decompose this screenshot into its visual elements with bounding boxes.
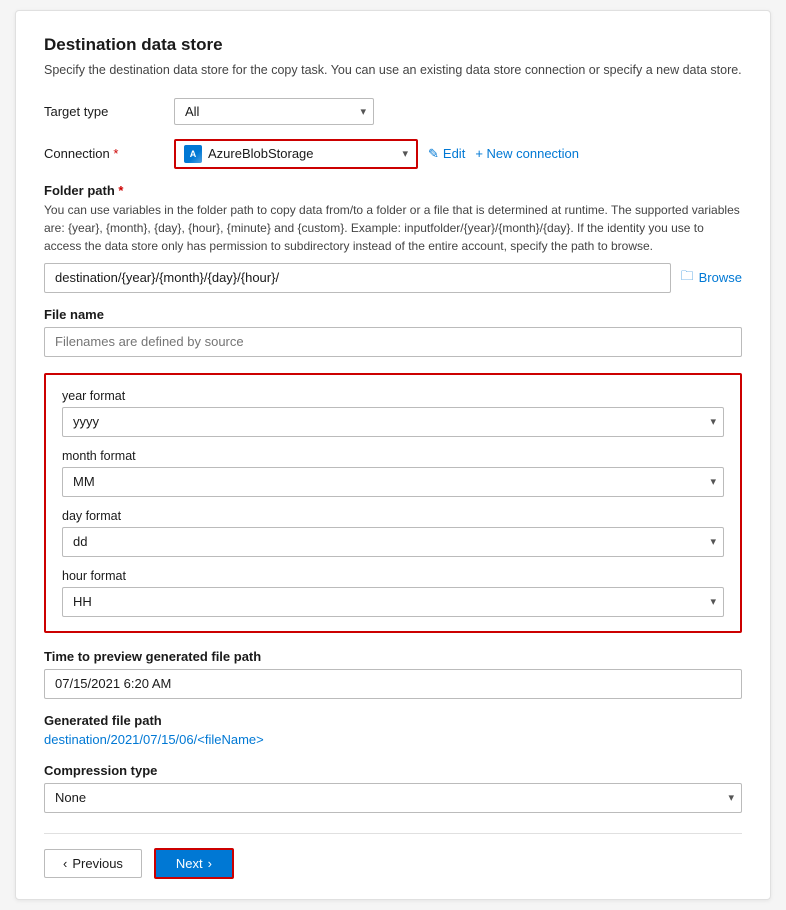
page-title: Destination data store bbox=[44, 35, 742, 55]
month-format-label: month format bbox=[62, 449, 724, 463]
target-type-select-wrapper: All ▾ bbox=[174, 98, 374, 125]
time-preview-input[interactable] bbox=[44, 669, 742, 699]
time-preview-label: Time to preview generated file path bbox=[44, 649, 742, 664]
hour-format-select[interactable]: HH bbox=[62, 587, 724, 617]
browse-button[interactable]: 🗀 Browse bbox=[681, 267, 742, 289]
folder-path-label: Folder path * bbox=[44, 183, 742, 198]
file-name-section: File name bbox=[44, 307, 742, 373]
time-preview-row: Time to preview generated file path bbox=[44, 649, 742, 699]
format-box: year format yyyy ▾ month format MM ▾ day… bbox=[44, 373, 742, 633]
year-format-row: year format yyyy ▾ bbox=[62, 389, 724, 437]
compression-type-label: Compression type bbox=[44, 763, 742, 778]
new-connection-label: + New connection bbox=[475, 146, 579, 161]
footer-bar: ‹ Previous Next › bbox=[44, 833, 742, 879]
edit-link[interactable]: ✎ Edit bbox=[428, 146, 465, 162]
folder-path-row: 🗀 Browse bbox=[44, 263, 742, 293]
hour-format-row: hour format HH ▾ bbox=[62, 569, 724, 617]
new-connection-link[interactable]: + New connection bbox=[475, 146, 579, 161]
generated-path-value: destination/2021/07/15/06/<fileName> bbox=[44, 732, 742, 747]
target-type-label: Target type bbox=[44, 104, 174, 119]
folder-path-desc: You can use variables in the folder path… bbox=[44, 201, 742, 255]
hour-format-label: hour format bbox=[62, 569, 724, 583]
month-format-select-wrapper: MM ▾ bbox=[62, 467, 724, 497]
azure-blob-icon: A bbox=[184, 145, 202, 163]
day-format-row: day format dd ▾ bbox=[62, 509, 724, 557]
page-subtitle: Specify the destination data store for t… bbox=[44, 61, 742, 80]
month-format-row: month format MM ▾ bbox=[62, 449, 724, 497]
edit-icon: ✎ bbox=[428, 146, 439, 162]
year-format-select-wrapper: yyyy ▾ bbox=[62, 407, 724, 437]
compression-select-wrapper: None ▾ bbox=[44, 783, 742, 813]
next-label: Next bbox=[176, 856, 203, 871]
next-chevron-icon: › bbox=[208, 856, 212, 871]
folder-icon: 🗀 bbox=[681, 267, 694, 289]
connection-name-text: AzureBlobStorage bbox=[208, 146, 396, 161]
target-type-select[interactable]: All bbox=[174, 98, 374, 125]
generated-path-section: Generated file path destination/2021/07/… bbox=[44, 713, 742, 747]
compression-section: Compression type None ▾ bbox=[44, 763, 742, 813]
generated-path-label: Generated file path bbox=[44, 713, 742, 728]
year-format-select[interactable]: yyyy bbox=[62, 407, 724, 437]
compression-type-select[interactable]: None bbox=[44, 783, 742, 813]
folder-path-input[interactable] bbox=[44, 263, 671, 293]
hour-format-select-wrapper: HH ▾ bbox=[62, 587, 724, 617]
browse-label: Browse bbox=[699, 270, 742, 285]
connection-row: Connection A AzureBlobStorage ▾ ✎ Edit +… bbox=[44, 139, 742, 169]
previous-button[interactable]: ‹ Previous bbox=[44, 849, 142, 878]
target-type-control: All ▾ bbox=[174, 98, 742, 125]
connection-select-box[interactable]: A AzureBlobStorage ▾ bbox=[174, 139, 418, 169]
next-button[interactable]: Next › bbox=[154, 848, 234, 879]
prev-chevron-icon: ‹ bbox=[63, 856, 67, 871]
connection-chevron-icon: ▾ bbox=[402, 147, 408, 160]
day-format-label: day format bbox=[62, 509, 724, 523]
file-name-input[interactable] bbox=[44, 327, 742, 357]
month-format-select[interactable]: MM bbox=[62, 467, 724, 497]
connection-control: A AzureBlobStorage ▾ ✎ Edit + New connec… bbox=[174, 139, 742, 169]
target-type-row: Target type All ▾ bbox=[44, 98, 742, 125]
previous-label: Previous bbox=[72, 856, 123, 871]
day-format-select-wrapper: dd ▾ bbox=[62, 527, 724, 557]
folder-path-section: Folder path * You can use variables in t… bbox=[44, 183, 742, 293]
year-format-label: year format bbox=[62, 389, 724, 403]
file-name-label: File name bbox=[44, 307, 742, 322]
connection-label: Connection bbox=[44, 146, 174, 161]
day-format-select[interactable]: dd bbox=[62, 527, 724, 557]
edit-label: Edit bbox=[443, 146, 465, 161]
